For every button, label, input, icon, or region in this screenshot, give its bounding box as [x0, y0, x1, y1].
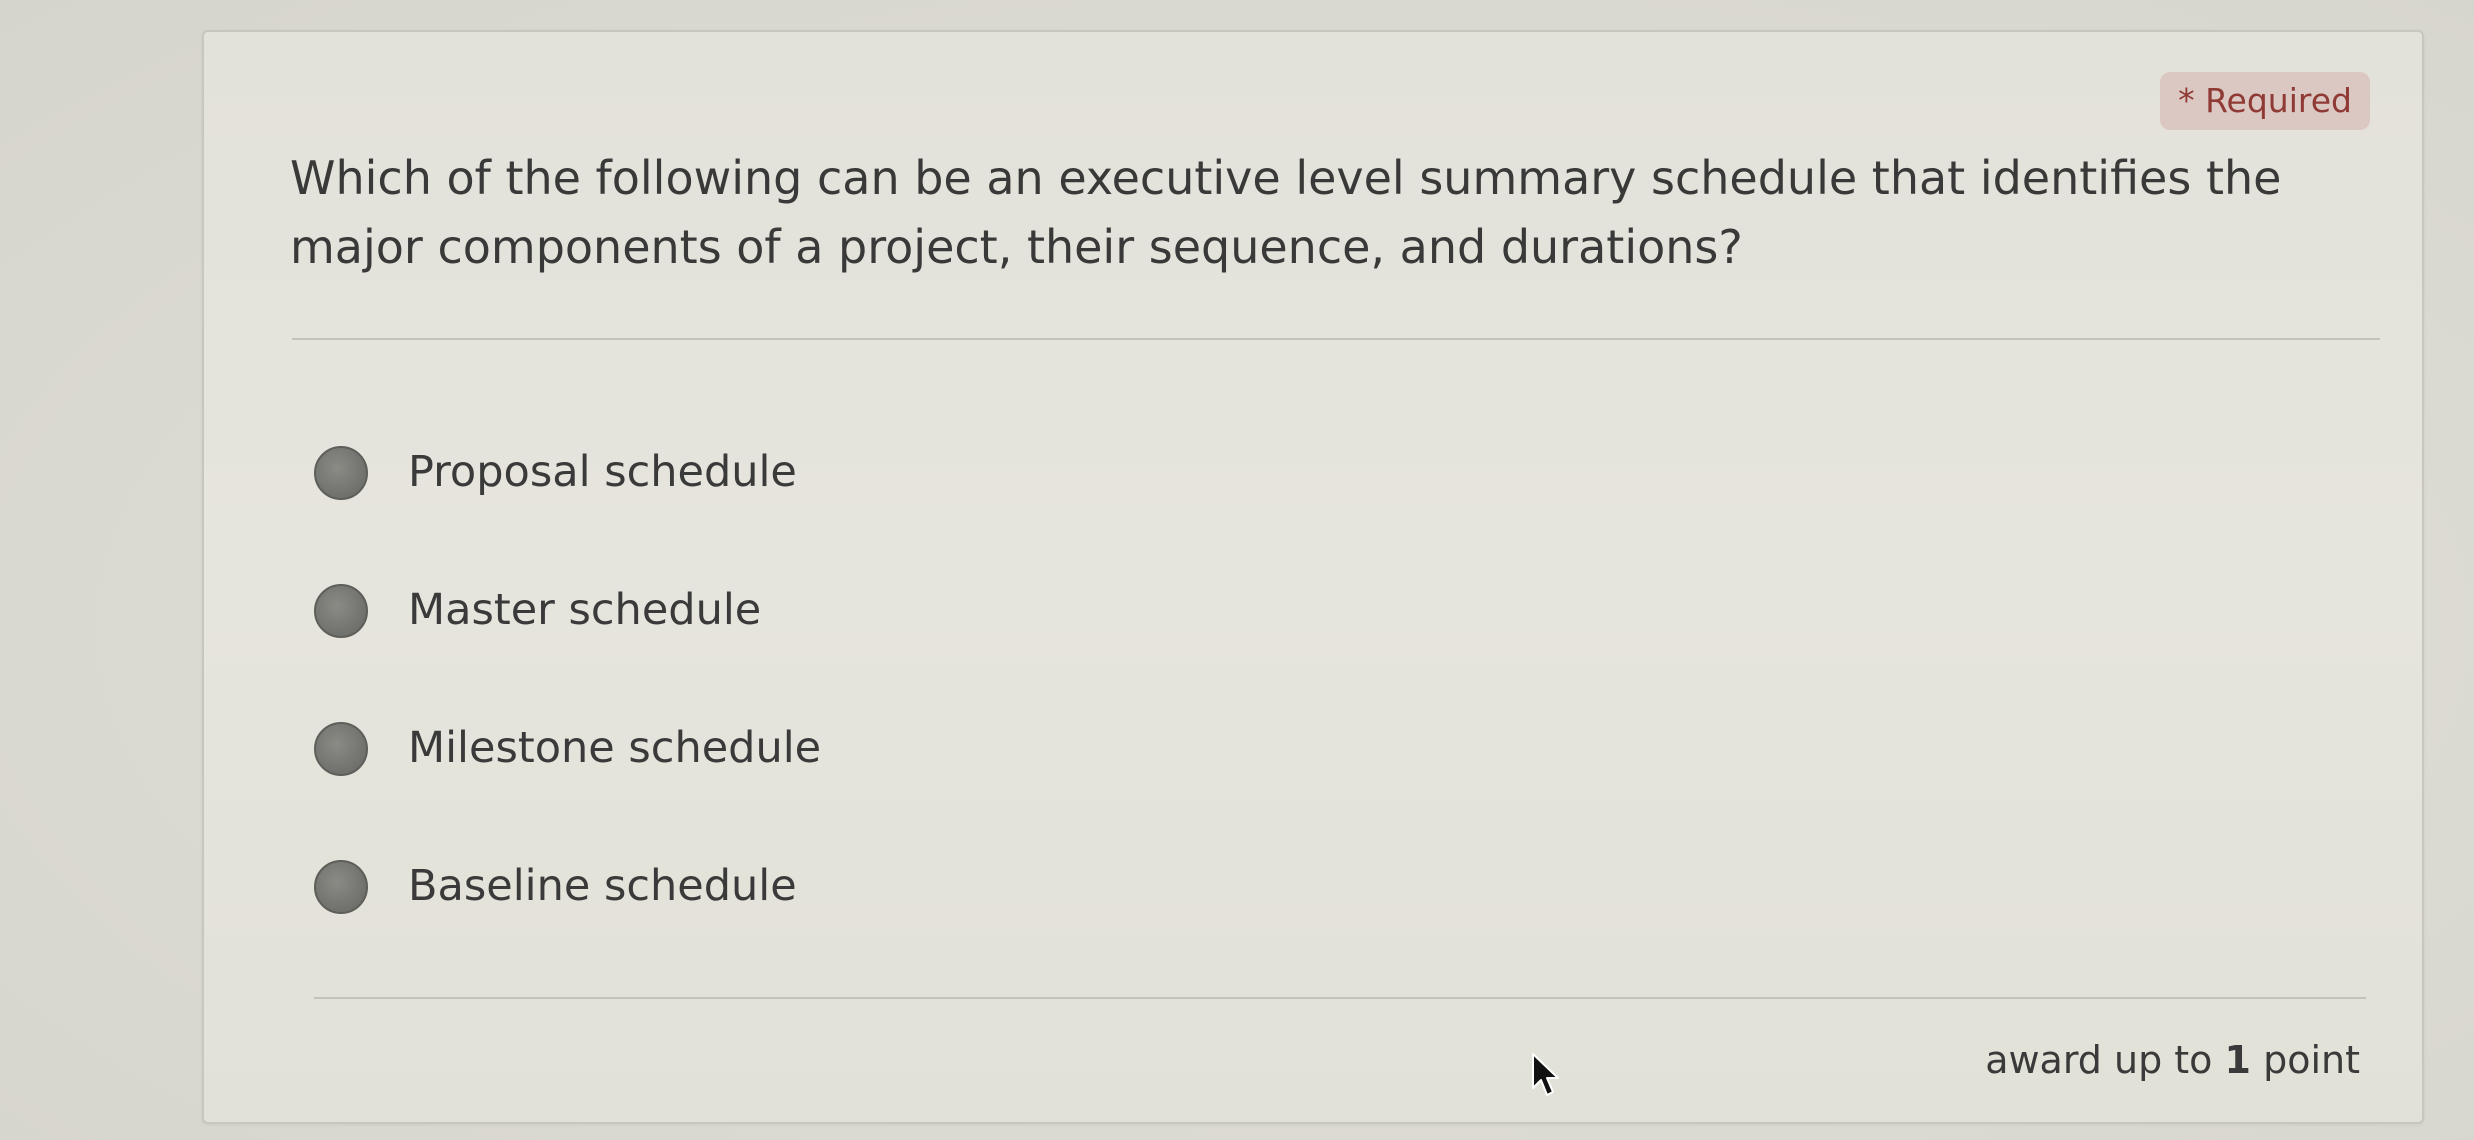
option-label[interactable]: Proposal schedule [408, 440, 797, 504]
footer-divider [314, 997, 2366, 999]
radio-button-icon[interactable] [314, 446, 368, 500]
award-suffix: point [2263, 1038, 2360, 1082]
answer-option-baseline-schedule[interactable]: Baseline schedule [314, 854, 1514, 992]
award-points-value: 1 [2224, 1038, 2251, 1082]
question-text: Which of the following can be an executi… [290, 151, 2282, 274]
award-points-text: award up to 1 point [1985, 1036, 2360, 1084]
answer-option-milestone-schedule[interactable]: Milestone schedule [314, 716, 1514, 854]
option-label[interactable]: Milestone schedule [408, 716, 821, 780]
answer-option-proposal-schedule[interactable]: Proposal schedule [314, 440, 1514, 578]
radio-button-icon[interactable] [314, 722, 368, 776]
option-label[interactable]: Master schedule [408, 578, 761, 642]
answer-options: Proposal schedule Master schedule Milest… [314, 440, 1514, 992]
required-badge: * Required [2160, 72, 2370, 130]
question-card: * Required Which of the following can be… [202, 30, 2424, 1124]
award-prefix: award up to [1985, 1038, 2213, 1082]
radio-button-icon[interactable] [314, 584, 368, 638]
mouse-pointer-icon [1532, 1053, 1559, 1096]
radio-button-icon[interactable] [314, 860, 368, 914]
answer-option-master-schedule[interactable]: Master schedule [314, 578, 1514, 716]
option-label[interactable]: Baseline schedule [408, 854, 797, 918]
question-divider [292, 338, 2380, 340]
